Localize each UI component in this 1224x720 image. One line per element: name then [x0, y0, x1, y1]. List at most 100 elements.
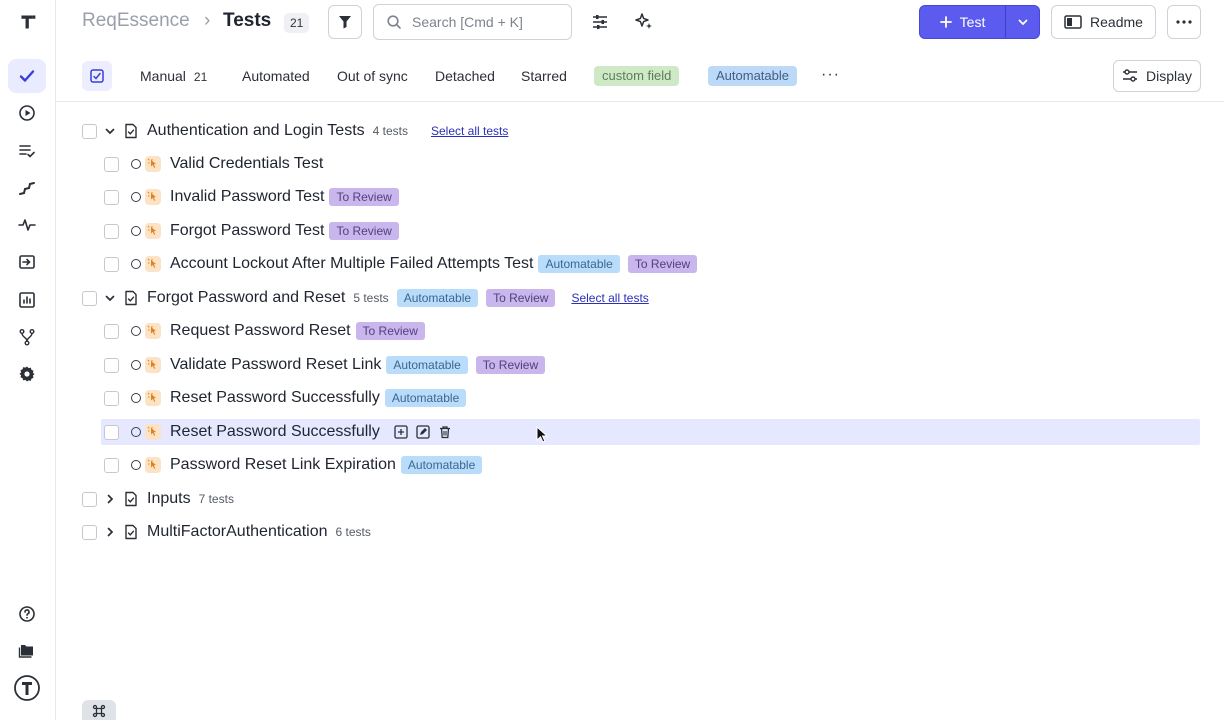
tab-starred[interactable]: Starred [521, 68, 567, 84]
test-row[interactable]: Validate Password Reset Link Automatable… [104, 352, 1200, 378]
test-row[interactable]: Request Password Reset To Review [104, 318, 1200, 344]
suite-row[interactable]: Inputs 7 tests [82, 486, 1200, 512]
test-checkbox[interactable] [104, 424, 119, 440]
tag-automatable[interactable]: Automatable [396, 289, 479, 307]
tab-out-of-sync[interactable]: Out of sync [337, 68, 408, 84]
readme-button[interactable]: Readme [1051, 5, 1156, 39]
tag-to-review[interactable]: To Review [486, 289, 556, 307]
search-input[interactable] [412, 14, 562, 30]
tag-automatable[interactable]: Automatable [400, 456, 483, 474]
suite-title[interactable]: Forgot Password and Reset [147, 289, 345, 307]
test-checkbox[interactable] [104, 357, 119, 373]
test-title[interactable]: Forgot Password Test [170, 222, 324, 240]
tag-to-review[interactable]: To Review [329, 188, 399, 206]
suite-title[interactable]: MultiFactorAuthentication [147, 523, 328, 541]
suite-file-icon [125, 123, 137, 139]
more-options-button[interactable] [1167, 5, 1201, 39]
test-row[interactable]: Valid Credentials Test [104, 151, 1200, 177]
suite-title[interactable]: Inputs [147, 490, 191, 508]
test-row[interactable]: Account Lockout After Multiple Failed At… [104, 251, 1200, 277]
test-checkbox[interactable] [104, 323, 119, 339]
status-circle-icon [131, 393, 141, 403]
tab-tag-automatable[interactable]: Automatable [708, 66, 797, 86]
test-checkbox[interactable] [104, 189, 119, 205]
suite-checkbox[interactable] [82, 524, 97, 540]
tab-manual[interactable]: Manual 21 [140, 68, 207, 84]
account-avatar-icon[interactable] [8, 671, 46, 705]
test-title[interactable]: Reset Password Successfully [170, 423, 380, 441]
tag-to-review[interactable]: To Review [355, 322, 425, 340]
tag-automatable[interactable]: Automatable [384, 389, 467, 407]
suite-file-icon [125, 290, 137, 306]
test-checkbox[interactable] [104, 256, 119, 272]
test-title[interactable]: Invalid Password Test [170, 188, 324, 206]
display-button[interactable]: Display [1113, 60, 1201, 92]
suite-title[interactable]: Authentication and Login Tests [147, 122, 365, 140]
chevron-right-icon[interactable] [103, 525, 117, 539]
suite-checkbox[interactable] [82, 123, 97, 139]
command-palette-button[interactable] [82, 700, 116, 720]
test-row[interactable]: Forgot Password Test To Review [104, 218, 1200, 244]
select-all-tests-link[interactable]: Select all tests [431, 124, 508, 138]
test-row[interactable]: Invalid Password Test To Review [104, 184, 1200, 210]
test-row-hovered[interactable]: Reset Password Successfully [101, 419, 1200, 445]
analytics-chart-icon[interactable] [8, 283, 46, 317]
chevron-right-icon[interactable] [103, 492, 117, 506]
ai-sparkle-icon[interactable] [632, 10, 656, 34]
runs-play-icon[interactable] [8, 96, 46, 130]
suite-checkbox[interactable] [82, 491, 97, 507]
breadcrumb-separator: › [204, 10, 211, 31]
sliders-settings-icon[interactable] [588, 10, 612, 34]
pulse-activity-icon[interactable] [8, 208, 46, 242]
edit-icon[interactable] [416, 425, 430, 439]
filter-button[interactable] [328, 5, 362, 39]
projects-folder-icon[interactable] [8, 634, 46, 668]
test-title[interactable]: Validate Password Reset Link [170, 356, 381, 374]
chevron-down-icon[interactable] [103, 124, 117, 138]
manual-test-icon [145, 223, 161, 239]
test-title[interactable]: Account Lockout After Multiple Failed At… [170, 255, 533, 273]
chevron-down-icon[interactable] [103, 291, 117, 305]
plans-list-icon[interactable] [8, 134, 46, 168]
test-row[interactable]: Password Reset Link Expiration Automatab… [104, 452, 1200, 478]
new-test-button[interactable]: Test [920, 6, 1005, 38]
tab-all-tests[interactable] [82, 61, 112, 91]
new-test-dropdown-button[interactable] [1005, 6, 1039, 38]
suite-row[interactable]: Forgot Password and Reset 5 tests Automa… [82, 285, 1200, 311]
test-checkbox[interactable] [104, 156, 119, 172]
manual-test-icon [145, 156, 161, 172]
tag-automatable[interactable]: Automatable [386, 356, 468, 374]
tabs-more-button[interactable]: ··· [821, 66, 840, 84]
tag-to-review[interactable]: To Review [475, 356, 546, 374]
tab-detached[interactable]: Detached [435, 68, 495, 84]
test-checkbox[interactable] [104, 223, 119, 239]
tab-tag-custom-field[interactable]: custom field [594, 66, 680, 86]
tag-to-review[interactable]: To Review [627, 255, 698, 273]
test-title[interactable]: Valid Credentials Test [170, 155, 323, 173]
tag-to-review[interactable]: To Review [329, 222, 399, 240]
test-checkbox[interactable] [104, 457, 119, 473]
test-title[interactable]: Reset Password Successfully [170, 389, 380, 407]
display-label: Display [1146, 68, 1192, 84]
suite-row[interactable]: MultiFactorAuthentication 6 tests [82, 519, 1200, 545]
search-box[interactable] [373, 4, 572, 40]
help-icon[interactable] [8, 597, 46, 631]
test-title[interactable]: Request Password Reset [170, 322, 351, 340]
app-logo[interactable] [14, 8, 42, 36]
test-row[interactable]: Reset Password Successfully Automatable [104, 385, 1200, 411]
suite-row[interactable]: Authentication and Login Tests 4 tests S… [82, 118, 1200, 144]
import-icon[interactable] [8, 245, 46, 279]
test-title[interactable]: Password Reset Link Expiration [170, 456, 396, 474]
breadcrumb-project[interactable]: ReqEssence [82, 10, 190, 32]
tests-nav-icon[interactable] [8, 59, 46, 93]
tab-automated[interactable]: Automated [242, 68, 310, 84]
suite-checkbox[interactable] [82, 290, 97, 306]
branches-icon[interactable] [8, 320, 46, 354]
steps-icon[interactable] [8, 171, 46, 205]
add-child-icon[interactable] [394, 425, 408, 439]
test-checkbox[interactable] [104, 390, 119, 406]
tag-automatable[interactable]: Automatable [538, 255, 620, 273]
delete-trash-icon[interactable] [438, 425, 452, 439]
settings-gear-icon[interactable] [8, 357, 46, 391]
select-all-tests-link[interactable]: Select all tests [571, 291, 648, 305]
